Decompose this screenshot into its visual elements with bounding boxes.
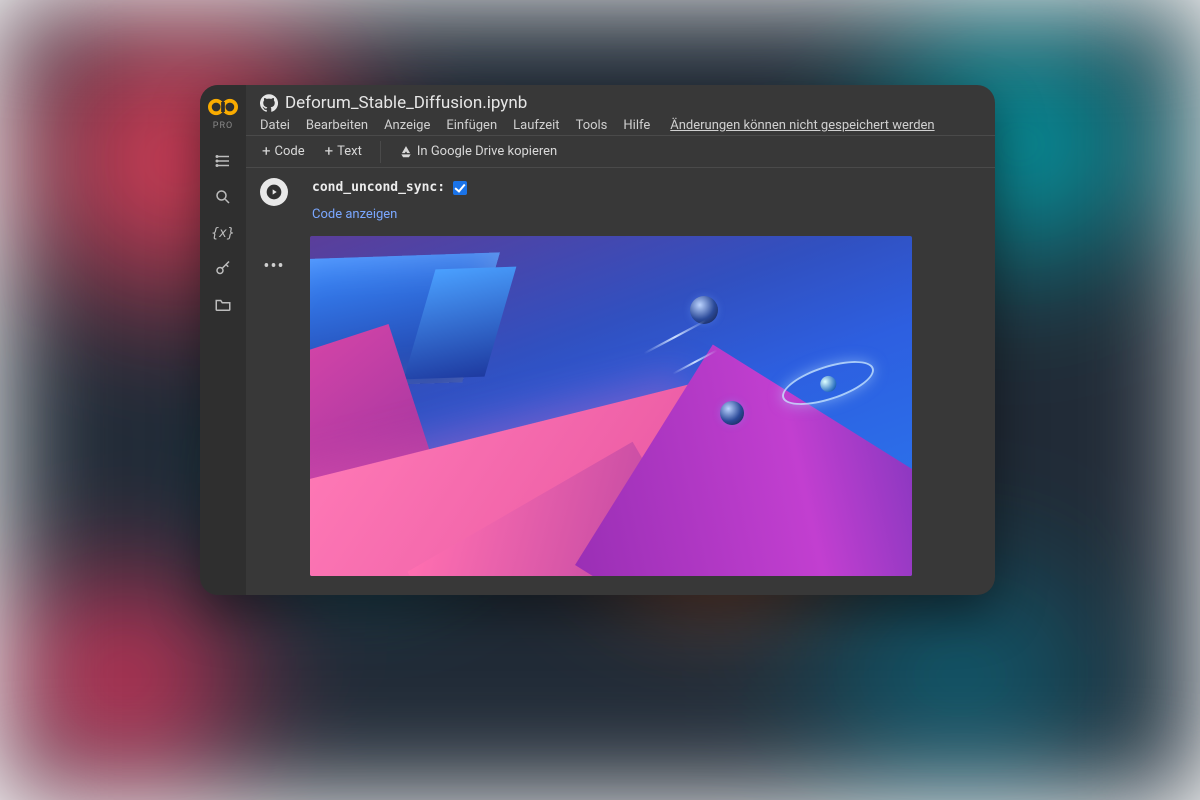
plus-icon: + <box>325 145 334 158</box>
menu-edit[interactable]: Bearbeiten <box>306 118 368 133</box>
cell-output-image <box>310 236 912 576</box>
menu-tools[interactable]: Tools <box>576 118 608 133</box>
add-text-button[interactable]: +Text <box>317 140 370 163</box>
run-cell-button[interactable] <box>260 178 288 206</box>
colab-logo-icon <box>208 95 238 119</box>
variables-icon[interactable]: {x} <box>200 215 246 251</box>
cell-gutter: ••• <box>246 168 302 595</box>
menu-file[interactable]: Datei <box>260 118 290 133</box>
param-label: cond_uncond_sync: <box>312 180 445 195</box>
notebook-content: ••• cond_uncond_sync: Code anzeigen <box>246 168 995 595</box>
cell-more-icon[interactable]: ••• <box>263 262 284 272</box>
copy-to-drive-label: In Google Drive kopieren <box>417 144 557 159</box>
save-disabled-warning[interactable]: Änderungen können nicht gespeichert werd… <box>670 118 934 133</box>
cell-body: cond_uncond_sync: Code anzeigen <box>302 168 995 595</box>
menu-help[interactable]: Hilfe <box>623 118 650 133</box>
param-checkbox[interactable] <box>453 181 467 195</box>
action-toolbar: +Code +Text In Google Drive kopieren <box>246 135 995 168</box>
document-title[interactable]: Deforum_Stable_Diffusion.ipynb <box>285 93 527 113</box>
files-folder-icon[interactable] <box>200 287 246 323</box>
toolbar-divider <box>380 141 381 163</box>
menu-runtime[interactable]: Laufzeit <box>513 118 559 133</box>
secrets-key-icon[interactable] <box>200 251 246 287</box>
notebook-header: Deforum_Stable_Diffusion.ipynb Datei Bea… <box>246 85 995 135</box>
pro-badge: PRO <box>213 121 233 131</box>
add-code-label: Code <box>275 144 305 159</box>
form-param-row: cond_uncond_sync: <box>310 174 977 205</box>
add-text-label: Text <box>337 144 362 159</box>
copy-to-drive-button[interactable]: In Google Drive kopieren <box>391 140 565 163</box>
left-sidebar: PRO {x} <box>200 85 246 595</box>
main-area: Deforum_Stable_Diffusion.ipynb Datei Bea… <box>246 85 995 595</box>
menu-bar: Datei Bearbeiten Anzeige Einfügen Laufze… <box>260 118 981 133</box>
menu-insert[interactable]: Einfügen <box>446 118 497 133</box>
github-icon <box>260 94 278 112</box>
search-icon[interactable] <box>200 179 246 215</box>
google-drive-icon <box>399 145 413 159</box>
show-code-link[interactable]: Code anzeigen <box>310 205 977 236</box>
toc-icon[interactable] <box>200 143 246 179</box>
plus-icon: + <box>262 145 271 158</box>
colab-window: PRO {x} Deforum_Stable_Diffusion.ipynb D… <box>200 85 995 595</box>
add-code-button[interactable]: + Code <box>254 140 313 163</box>
menu-view[interactable]: Anzeige <box>384 118 430 133</box>
